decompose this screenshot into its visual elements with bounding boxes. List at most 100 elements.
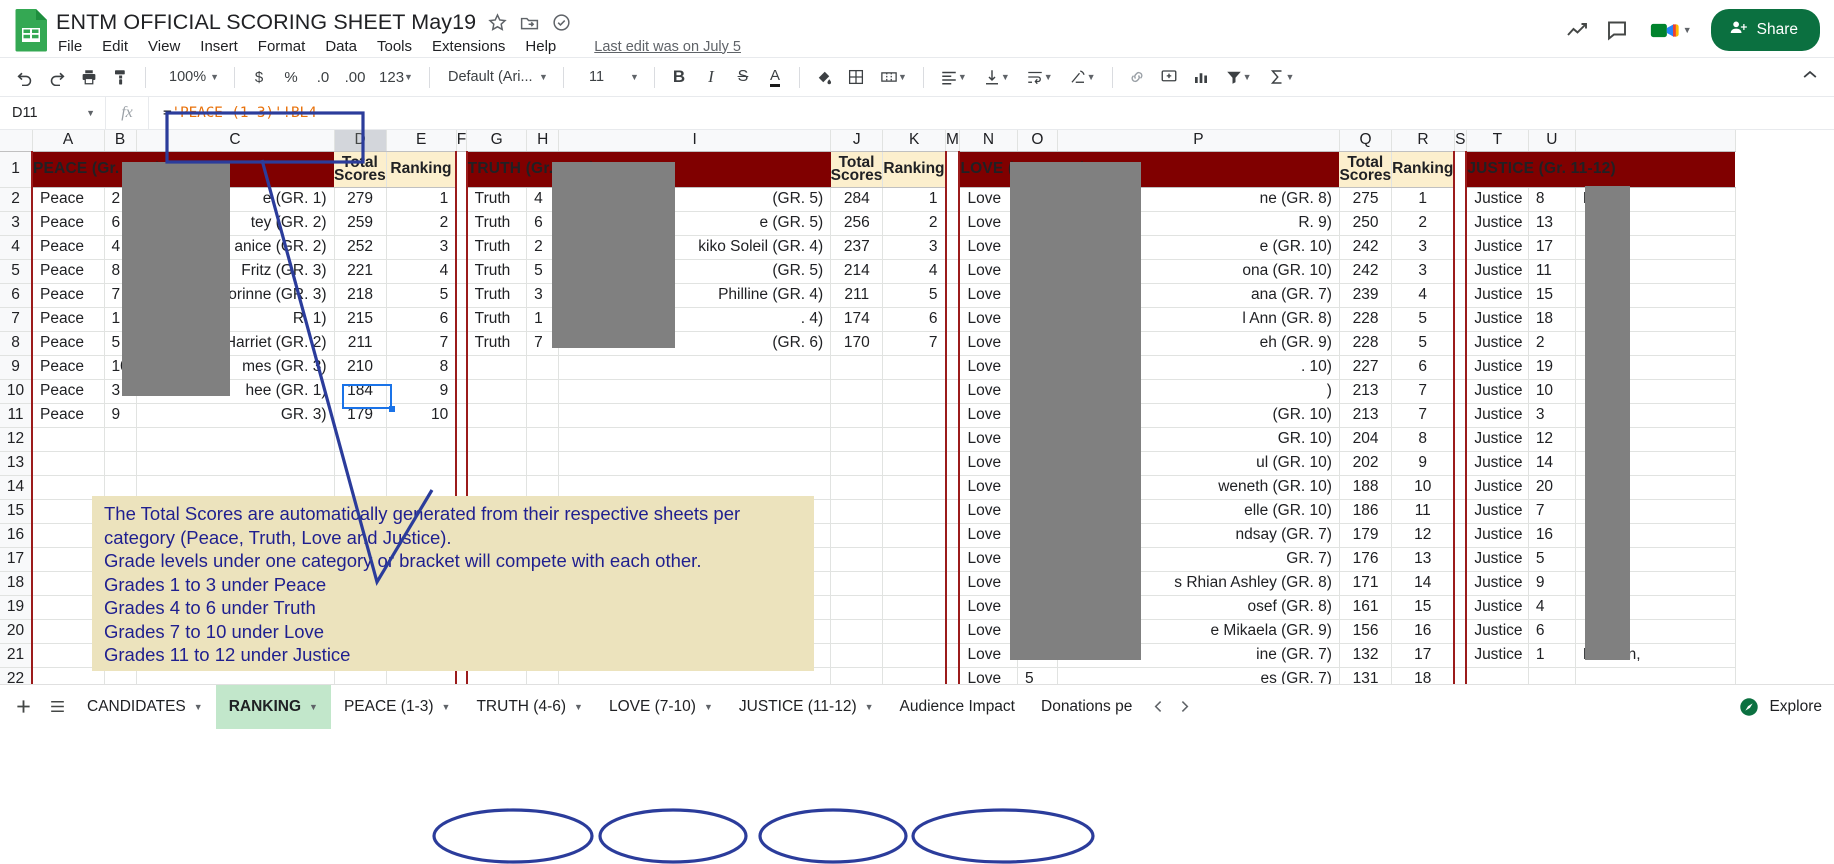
cell-truth-category[interactable]: Truth bbox=[465, 331, 528, 356]
grid-cell[interactable] bbox=[465, 451, 528, 476]
grid-cell[interactable] bbox=[558, 379, 832, 404]
grid-cell[interactable] bbox=[526, 451, 560, 476]
functions-icon[interactable]: ▼ bbox=[1261, 62, 1302, 92]
cell-justice-category[interactable]: Justice bbox=[1465, 451, 1529, 476]
cell-love-category[interactable]: Love bbox=[958, 499, 1018, 524]
cell-love-total-score[interactable]: 213 bbox=[1339, 403, 1393, 428]
grid-cell[interactable] bbox=[830, 499, 884, 524]
row-header-21[interactable]: 21 bbox=[0, 643, 33, 668]
grid-cell[interactable] bbox=[882, 475, 947, 500]
cell-love-ranking[interactable]: 14 bbox=[1391, 571, 1455, 596]
decrease-decimal-button[interactable]: .0 bbox=[308, 62, 338, 92]
grid-cell[interactable] bbox=[465, 427, 528, 452]
row-header-5[interactable]: 5 bbox=[0, 259, 33, 284]
grid-cell[interactable] bbox=[882, 523, 947, 548]
cloud-saved-icon[interactable] bbox=[551, 12, 572, 33]
sheet-tab-ranking[interactable]: RANKING ▼ bbox=[215, 684, 331, 729]
cell-love-total-score[interactable]: 242 bbox=[1339, 259, 1393, 284]
menu-item-data[interactable]: Data bbox=[325, 38, 357, 55]
cell-love-category[interactable]: Love bbox=[958, 331, 1018, 356]
grid-cell[interactable] bbox=[558, 403, 832, 428]
cell-love-total-score[interactable]: 186 bbox=[1339, 499, 1393, 524]
grid-cell[interactable] bbox=[882, 427, 947, 452]
formula-input[interactable]: ='PEACE (1-3)'!BL4 bbox=[149, 105, 1834, 121]
chevron-down-icon[interactable]: ▼ bbox=[442, 702, 451, 712]
cell-peace-category[interactable]: Peace bbox=[31, 307, 105, 332]
cell-love-ranking[interactable]: 15 bbox=[1391, 595, 1455, 620]
cell-justice-number[interactable]: 13 bbox=[1528, 211, 1576, 236]
cell-truth-ranking[interactable]: 6 bbox=[882, 307, 947, 332]
cell-justice-number[interactable]: 3 bbox=[1528, 403, 1576, 428]
grid-corner[interactable] bbox=[0, 130, 33, 152]
cell-truth-ranking[interactable]: 4 bbox=[882, 259, 947, 284]
grid-cell[interactable] bbox=[882, 595, 947, 620]
cell-love-ranking[interactable]: 8 bbox=[1391, 427, 1455, 452]
more-formats-button[interactable]: 123 ▼ bbox=[372, 62, 420, 92]
horizontal-align-icon[interactable]: ▼ bbox=[933, 62, 974, 92]
grid-cell[interactable] bbox=[882, 571, 947, 596]
cell-peace-category[interactable]: Peace bbox=[31, 379, 105, 404]
row-header-17[interactable]: 17 bbox=[0, 547, 33, 572]
grid-cell[interactable] bbox=[526, 355, 560, 380]
name-box[interactable]: D11 ▼ bbox=[0, 105, 105, 121]
cell-love-total-score[interactable]: 161 bbox=[1339, 595, 1393, 620]
undo-icon[interactable] bbox=[10, 62, 40, 92]
cell-love-ranking[interactable]: 12 bbox=[1391, 523, 1455, 548]
cell-love-ranking[interactable]: 3 bbox=[1391, 235, 1455, 260]
cell-justice-number[interactable]: 18 bbox=[1528, 307, 1576, 332]
cell-justice-category[interactable]: Justice bbox=[1465, 547, 1529, 572]
menu-item-tools[interactable]: Tools bbox=[377, 38, 412, 55]
grid-cell[interactable] bbox=[882, 355, 947, 380]
cell-love-total-score[interactable]: 202 bbox=[1339, 451, 1393, 476]
cell-love-ranking[interactable]: 18 bbox=[1391, 667, 1455, 684]
google-meet-button[interactable]: ▼ bbox=[1644, 16, 1697, 45]
row-header-14[interactable]: 14 bbox=[0, 475, 33, 500]
grid-cell[interactable] bbox=[465, 355, 528, 380]
cell-justice-number[interactable]: 9 bbox=[1528, 571, 1576, 596]
cell-justice-number[interactable]: 5 bbox=[1528, 547, 1576, 572]
cell-love-total-score[interactable]: 188 bbox=[1339, 475, 1393, 500]
cell-justice-category[interactable]: Justice bbox=[1465, 475, 1529, 500]
cell-truth-category[interactable]: Truth bbox=[465, 211, 528, 236]
column-header-T[interactable]: T bbox=[1466, 130, 1529, 152]
row-header-22[interactable]: 22 bbox=[0, 667, 33, 684]
menu-item-edit[interactable]: Edit bbox=[102, 38, 128, 55]
cell-justice-number[interactable]: 2 bbox=[1528, 331, 1576, 356]
cell-peace-total-score[interactable]: 210 bbox=[334, 355, 387, 380]
cell-peace-ranking[interactable]: 3 bbox=[386, 235, 458, 260]
menu-item-extensions[interactable]: Extensions bbox=[432, 38, 505, 55]
sheet-tab-donations-pe[interactable]: Donations pe bbox=[1028, 685, 1145, 729]
menu-item-insert[interactable]: Insert bbox=[200, 38, 238, 55]
sheet-tab-justice-11-12[interactable]: JUSTICE (11-12) ▼ bbox=[726, 685, 887, 729]
paint-format-icon[interactable] bbox=[106, 62, 136, 92]
cell-truth-total-score[interactable]: 211 bbox=[830, 283, 884, 308]
cell-peace-total-score[interactable]: 184 bbox=[334, 379, 387, 404]
cell-love-category[interactable]: Love bbox=[958, 475, 1018, 500]
cell-justice-category[interactable]: Justice bbox=[1465, 187, 1529, 212]
row-header-1[interactable]: 1 bbox=[0, 151, 33, 188]
cell-justice-number[interactable]: 7 bbox=[1528, 499, 1576, 524]
cell-love-category[interactable]: Love bbox=[958, 307, 1018, 332]
grid-cell[interactable] bbox=[31, 451, 105, 476]
insert-chart-icon[interactable] bbox=[1186, 62, 1216, 92]
cell-love-total-score[interactable]: 132 bbox=[1339, 643, 1393, 668]
grid-cell[interactable] bbox=[830, 595, 884, 620]
cell-love-total-score[interactable]: 228 bbox=[1339, 307, 1393, 332]
grid-cell[interactable] bbox=[334, 451, 387, 476]
row-header-2[interactable]: 2 bbox=[0, 187, 33, 212]
grid-cell[interactable] bbox=[830, 379, 884, 404]
grid-cell[interactable] bbox=[1575, 667, 1736, 684]
cell-love-category[interactable]: Love bbox=[958, 667, 1018, 684]
cell-peace-total-score[interactable]: 259 bbox=[334, 211, 387, 236]
grid-cell[interactable] bbox=[104, 427, 137, 452]
grid-cell[interactable] bbox=[830, 523, 884, 548]
all-sheets-icon[interactable] bbox=[40, 690, 74, 724]
column-header-P[interactable]: P bbox=[1057, 130, 1340, 152]
row-header-8[interactable]: 8 bbox=[0, 331, 33, 356]
grid-cell[interactable] bbox=[882, 379, 947, 404]
cell-peace-ranking[interactable]: 8 bbox=[386, 355, 458, 380]
selection-fill-handle[interactable] bbox=[389, 406, 395, 412]
cell-love-total-score[interactable]: 156 bbox=[1339, 619, 1393, 644]
last-edit-link[interactable]: Last edit was on July 5 bbox=[594, 39, 741, 55]
cell-justice-category[interactable]: Justice bbox=[1465, 595, 1529, 620]
